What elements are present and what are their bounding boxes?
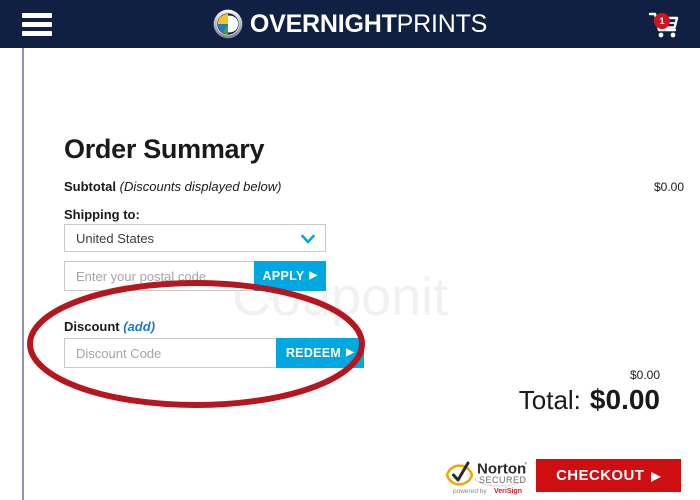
shopping-cart-button[interactable]: 1 [646, 8, 682, 42]
country-select[interactable]: United States [64, 224, 326, 252]
cart-count-badge: 1 [654, 13, 670, 29]
subtotal-row: Subtotal (Discounts displayed below) $0.… [64, 179, 684, 194]
order-summary-page: OVERNIGHTPRINTS 1 Couponit Order Summary… [0, 0, 700, 500]
total-amount: $0.00 [589, 384, 660, 415]
hamburger-menu-icon[interactable] [22, 13, 52, 36]
page-title: Order Summary [64, 134, 265, 164]
brand-bold: OVERNIGHT [249, 9, 397, 38]
country-select-value: United States [76, 230, 155, 246]
redeem-button[interactable]: REDEEM ▶ [276, 338, 364, 368]
site-header: OVERNIGHTPRINTS 1 [0, 0, 700, 48]
discount-code-input[interactable] [64, 338, 276, 368]
subtotal-note: (Discounts displayed below) [119, 179, 282, 194]
norton-secured-badge-icon: Norton ™ SECURED powered by VeriSign [445, 461, 527, 495]
chevron-down-icon [301, 234, 315, 244]
brand-light: PRINTS [396, 9, 488, 38]
svg-text:™: ™ [524, 462, 527, 468]
svg-text:powered by: powered by [453, 488, 487, 495]
apply-button[interactable]: APPLY ▶ [254, 261, 326, 291]
site-logo-text: OVERNIGHTPRINTS [249, 9, 488, 38]
postal-code-group: APPLY ▶ [64, 261, 326, 291]
checkout-button[interactable]: CHECKOUT ▶ [536, 459, 681, 492]
total-label: Total: [518, 385, 581, 415]
apply-arrow-icon: ▶ [309, 270, 318, 281]
checkout-arrow-icon: ▶ [651, 468, 661, 483]
total-row: Total: $0.00 [519, 384, 660, 416]
order-summary-panel: Couponit Order Summary Subtotal (Discoun… [22, 48, 700, 500]
hamburger-bar [22, 22, 52, 27]
discount-label-text: Discount [64, 319, 120, 334]
subtotal-amount: $0.00 [653, 180, 684, 194]
redeem-button-label: REDEEM [285, 346, 342, 360]
discount-add-link[interactable]: (add) [123, 319, 155, 334]
svg-text:VeriSign: VeriSign [494, 488, 522, 495]
subtotal-label-text: Subtotal [64, 179, 116, 194]
shipping-to-label: Shipping to: [64, 207, 140, 222]
hamburger-bar [22, 31, 52, 36]
svg-text:SECURED: SECURED [479, 475, 527, 485]
discount-label: Discount (add) [64, 319, 155, 334]
hamburger-bar [22, 13, 52, 18]
postal-code-input[interactable] [64, 261, 254, 291]
discount-amount: $0.00 [629, 368, 660, 382]
site-logo[interactable]: OVERNIGHTPRINTS [0, 0, 700, 48]
subtotal-label: Subtotal (Discounts displayed below) [64, 179, 281, 194]
redeem-arrow-icon: ▶ [346, 347, 355, 358]
checkout-button-label: CHECKOUT [556, 467, 645, 484]
apply-button-label: APPLY [262, 269, 305, 283]
overnightprints-logo-icon [213, 9, 243, 39]
discount-code-group: REDEEM ▶ [64, 338, 364, 368]
